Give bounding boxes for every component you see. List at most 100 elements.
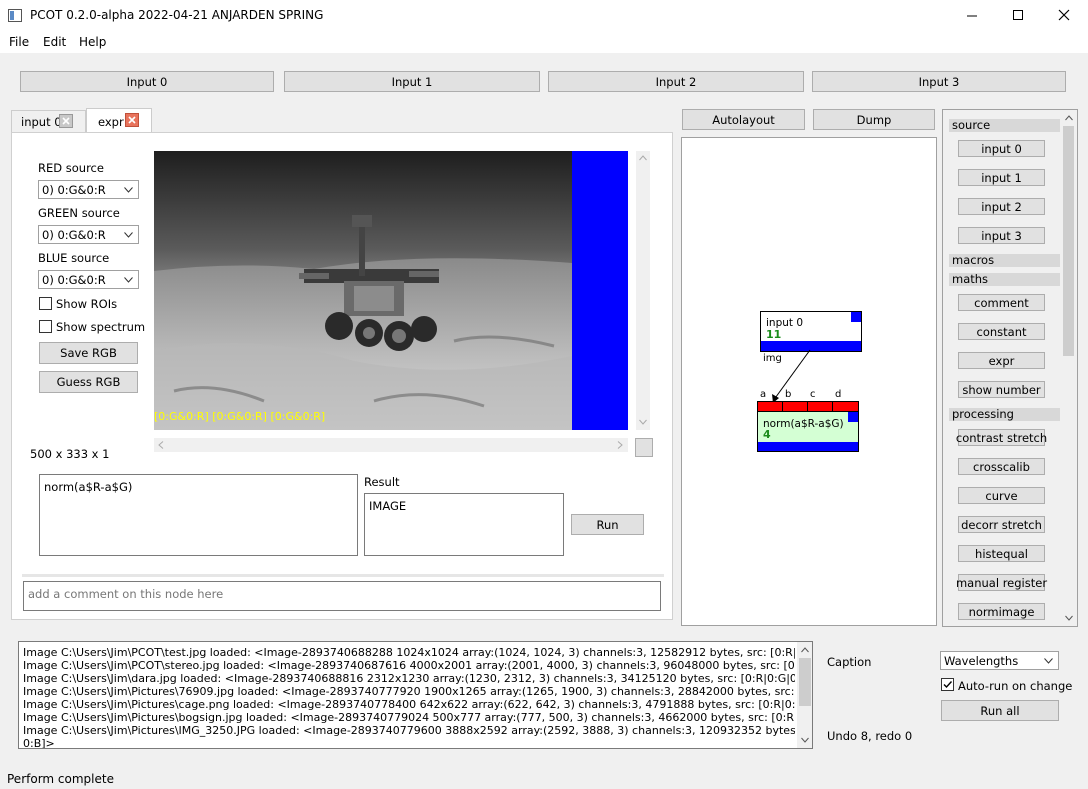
checkmark-icon (943, 681, 953, 689)
maximize-icon[interactable] (1012, 9, 1024, 21)
guess-rgb-button[interactable]: Guess RGB (39, 371, 138, 393)
tab-input-0-label: input 0 (21, 115, 62, 129)
show-rois-checkbox[interactable] (39, 297, 52, 310)
node-input-label-c: c (810, 389, 816, 400)
chevron-up-icon[interactable] (639, 155, 647, 161)
menu-edit[interactable]: Edit (43, 35, 66, 49)
log-line: Image C:\Users\Jim\PCOT\stereo.jpg loade… (23, 659, 795, 672)
log-line: Image C:\Users\Jim\Pictures\76909.jpg lo… (23, 685, 795, 698)
save-rgb-button[interactable]: Save RGB (39, 342, 138, 364)
palette-item-curve[interactable]: curve (958, 487, 1045, 504)
chevron-right-icon[interactable] (617, 441, 623, 449)
tab-close-icon[interactable] (125, 113, 139, 127)
dump-button[interactable]: Dump (813, 109, 935, 130)
graph-node-expr[interactable]: norm(a$R-a$G) 4 (757, 401, 859, 452)
log-text: Image C:\Users\Jim\PCOT\test.jpg loaded:… (23, 646, 795, 749)
expression-input[interactable]: norm(a$R-a$G) (39, 474, 358, 556)
result-output: IMAGE (364, 493, 564, 556)
palette-scrollbar[interactable] (1061, 112, 1076, 625)
autolayout-button[interactable]: Autolayout (682, 109, 805, 130)
chevron-down-icon[interactable] (639, 419, 647, 425)
log-scroll-thumb[interactable] (799, 658, 811, 706)
palette-item-manual-register[interactable]: manual register (956, 574, 1047, 591)
log-line: Image C:\Users\Jim\Pictures\cage.png loa… (23, 698, 795, 711)
palette-item-normimage[interactable]: normimage (958, 603, 1045, 620)
menu-bar (0, 31, 1088, 53)
log-panel[interactable]: Image C:\Users\Jim\PCOT\test.jpg loaded:… (18, 641, 813, 749)
image-hscrollbar[interactable] (154, 438, 628, 452)
tab-expr[interactable]: expr (86, 108, 152, 133)
image-canvas[interactable]: [0:G&0:R] [0:G&0:R] [0:G&0:R] (154, 151, 628, 430)
log-line: Image C:\Users\Jim\Pictures\bogsign.jpg … (23, 711, 795, 724)
red-source-select[interactable]: 0) 0:G&0:R (38, 180, 139, 199)
input-3-button[interactable]: Input 3 (812, 71, 1066, 92)
node-expr-title: norm(a$R-a$G) (763, 418, 844, 430)
log-line: Image C:\Users\Jim\PCOT\test.jpg loaded:… (23, 646, 795, 659)
chevron-down-icon (124, 186, 133, 193)
menu-help[interactable]: Help (79, 35, 106, 49)
palette-scroll-thumb[interactable] (1063, 126, 1074, 356)
log-line: 0:B]> (23, 737, 55, 749)
chevron-up-icon[interactable] (1065, 115, 1073, 121)
palette-item-show-number[interactable]: show number (958, 381, 1045, 398)
blue-source-label: BLUE source (38, 251, 110, 265)
input-2-button[interactable]: Input 2 (548, 71, 804, 92)
minimize-icon[interactable] (966, 10, 978, 22)
chevron-down-icon[interactable] (801, 737, 809, 743)
chevron-up-icon[interactable] (801, 647, 809, 653)
log-scrollbar[interactable] (797, 642, 812, 748)
blue-source-select[interactable]: 0) 0:G&0:R (38, 270, 139, 289)
title-bar: PCOT 0.2.0-alpha 2022-04-21 ANJARDEN SPR… (0, 0, 1088, 31)
caption-label: Caption (827, 655, 872, 669)
caption-value: Wavelengths (944, 653, 1019, 668)
blue-source-value: 0) 0:G&0:R (42, 272, 106, 287)
input-1-button[interactable]: Input 1 (284, 71, 540, 92)
palette-item-constant[interactable]: constant (958, 323, 1045, 340)
node-corner-marker (851, 312, 861, 322)
show-spectrum-checkbox[interactable] (39, 320, 52, 333)
tab-expr-label: expr (98, 115, 124, 129)
red-source-value: 0) 0:G&0:R (42, 182, 106, 197)
input-0-button[interactable]: Input 0 (20, 71, 274, 92)
green-source-select[interactable]: 0) 0:G&0:R (38, 225, 139, 244)
node-input-bar (758, 402, 858, 412)
status-bar-text: Perform complete (7, 772, 114, 786)
menu-file[interactable]: File (9, 35, 29, 49)
palette-item-input-1[interactable]: input 1 (958, 169, 1045, 186)
tab-input-0[interactable]: input 0 (11, 110, 86, 132)
palette-item-crosscalib[interactable]: crosscalib (958, 458, 1045, 475)
palette-header-macros[interactable]: macros (949, 254, 1060, 267)
green-source-label: GREEN source (38, 206, 120, 220)
red-source-label: RED source (38, 161, 104, 175)
autorun-checkbox[interactable] (941, 678, 954, 691)
run-all-button[interactable]: Run all (941, 700, 1059, 721)
comment-placeholder: add a comment on this node here (28, 587, 224, 601)
splitter[interactable] (22, 574, 664, 577)
palette-item-input-0[interactable]: input 0 (958, 140, 1045, 157)
tab-close-icon[interactable] (59, 114, 73, 128)
run-button[interactable]: Run (571, 514, 644, 535)
palette-header-source[interactable]: source (949, 119, 1060, 132)
palette-item-comment[interactable]: comment (958, 294, 1045, 311)
palette-item-histequal[interactable]: histequal (958, 545, 1045, 562)
caption-select[interactable]: Wavelengths (940, 651, 1059, 670)
image-vscrollbar[interactable] (636, 151, 650, 430)
chevron-down-icon[interactable] (1065, 615, 1073, 621)
expression-text: norm(a$R-a$G) (44, 480, 133, 494)
node-input-label-b: b (785, 389, 792, 400)
log-line: Image C:\Users\Jim\Pictures\IMG_3250.JPG… (23, 724, 795, 737)
palette-item-input-3[interactable]: input 3 (958, 227, 1045, 244)
palette-item-expr[interactable]: expr (958, 352, 1045, 369)
close-icon[interactable] (1058, 9, 1070, 21)
palette-header-processing[interactable]: processing (949, 408, 1060, 421)
chevron-left-icon[interactable] (158, 441, 164, 449)
image-channel-overlay: [0:G&0:R] [0:G&0:R] [0:G&0:R] (154, 410, 326, 423)
palette-item-input-2[interactable]: input 2 (958, 198, 1045, 215)
palette-header-maths[interactable]: maths (949, 273, 1060, 286)
autorun-label: Auto-run on change (958, 679, 1073, 693)
image-corner-button[interactable] (635, 438, 653, 457)
palette-item-decorr-stretch[interactable]: decorr stretch (958, 516, 1045, 533)
comment-input[interactable]: add a comment on this node here (23, 581, 661, 611)
undo-status: Undo 8, redo 0 (827, 729, 913, 743)
palette-item-contrast-stretch[interactable]: contrast stretch (956, 429, 1047, 446)
